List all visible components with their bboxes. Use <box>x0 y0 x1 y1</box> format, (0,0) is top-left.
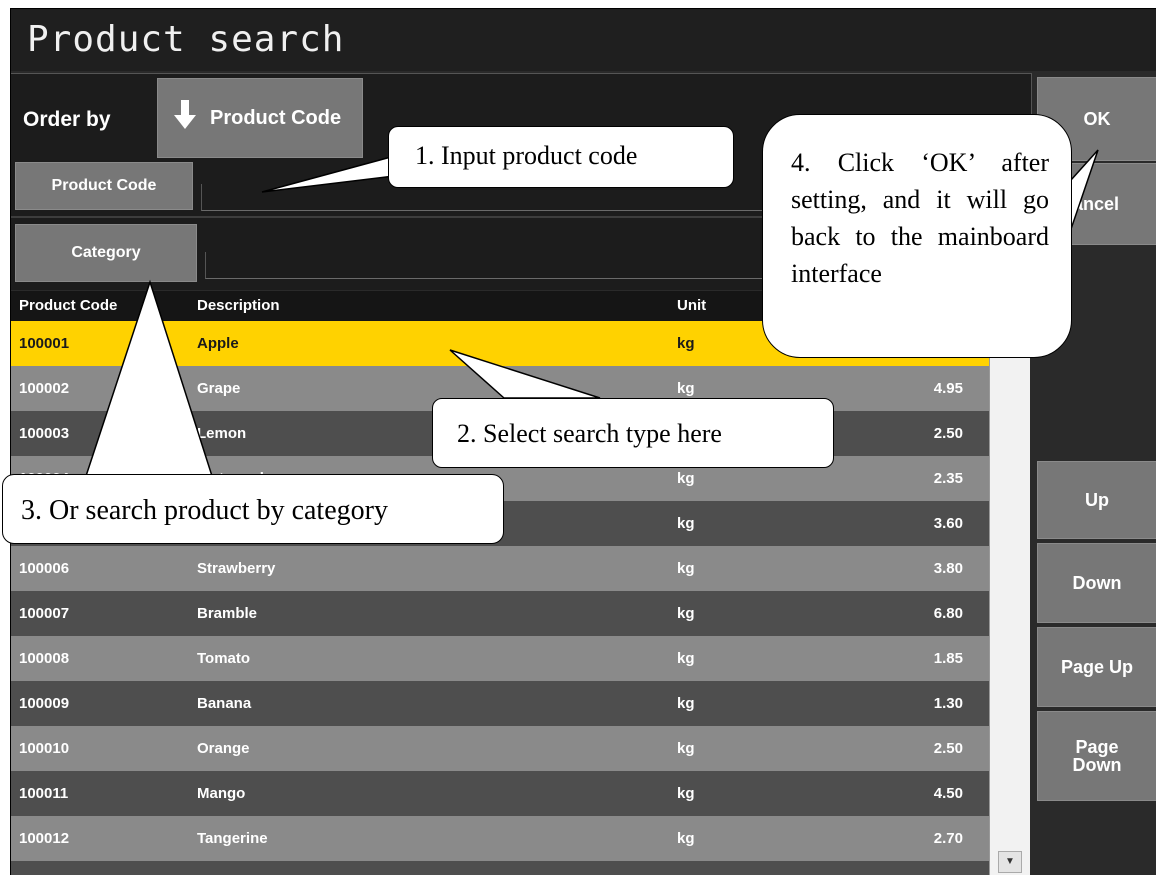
cell-unit: kg <box>677 335 695 352</box>
callout-select-search-type: 2. Select search type here <box>432 398 834 468</box>
page-down-button[interactable]: Page Down <box>1037 711 1156 801</box>
cell-price: 2.35 <box>933 470 963 487</box>
cell-unit: kg <box>677 650 695 667</box>
column-header-code: Product Code <box>19 297 118 314</box>
cell-price: 4.50 <box>933 785 963 802</box>
table-row[interactable]: 100009 Banana kg 1.30 <box>11 681 989 726</box>
table-row[interactable]: 100008 Tomato kg 1.85 <box>11 636 989 681</box>
table-scrollbar[interactable]: ▼ <box>989 291 1030 875</box>
cell-description: Tangerine <box>197 830 268 847</box>
column-header-unit: Unit <box>677 297 707 314</box>
title-bar: Product search <box>11 9 1156 71</box>
page-down-label-line2: Down <box>1072 755 1122 775</box>
cell-unit: kg <box>677 830 695 847</box>
page-up-button[interactable]: Page Up <box>1037 627 1156 707</box>
cell-unit: kg <box>677 380 695 397</box>
cell-code: 100002 <box>19 380 70 397</box>
category-filter-button[interactable]: Category <box>15 224 197 282</box>
cell-price: 6.80 <box>933 605 963 622</box>
cell-code: 100010 <box>19 740 70 757</box>
cell-price: 1.30 <box>933 695 963 712</box>
table-row[interactable]: 100006 Strawberry kg 3.80 <box>11 546 989 591</box>
order-by-value: Product Code <box>210 106 342 129</box>
window-title: Product search <box>27 19 345 60</box>
order-by-button[interactable]: Product Code <box>157 78 363 158</box>
cell-price: 2.50 <box>933 425 963 442</box>
cell-code: 100009 <box>19 695 70 712</box>
cell-description: Tomato <box>197 650 251 667</box>
cell-description: Lemon <box>197 425 247 442</box>
cell-description: Orange <box>197 740 250 757</box>
cell-price: 2.70 <box>933 830 963 847</box>
product-code-filter-button[interactable]: Product Code <box>15 162 193 210</box>
cell-price: 2.50 <box>933 740 963 757</box>
table-row[interactable]: 100012 Tangerine kg 2.70 <box>11 816 989 861</box>
arrow-down-icon <box>174 100 196 136</box>
cell-description: Grape <box>197 380 241 397</box>
cell-unit: kg <box>677 560 695 577</box>
order-by-label: Order by <box>23 108 111 131</box>
down-button[interactable]: Down <box>1037 543 1156 623</box>
cell-unit: kg <box>677 605 695 622</box>
cell-unit: kg <box>677 785 695 802</box>
column-header-description: Description <box>197 297 280 314</box>
cell-unit: kg <box>677 695 695 712</box>
cell-description: Strawberry <box>197 560 276 577</box>
cell-price: 3.80 <box>933 560 963 577</box>
cell-code: 100012 <box>19 830 70 847</box>
cell-code: 100001 <box>19 335 70 352</box>
table-row[interactable]: 100013Carambolakg1.90 <box>11 861 989 875</box>
cell-price: 1.85 <box>933 650 963 667</box>
cell-description: Apple <box>197 335 239 352</box>
table-row[interactable]: 100010 Orange kg 2.50 <box>11 726 989 771</box>
callout-input-product-code: 1. Input product code <box>388 126 734 188</box>
cell-code: 100011 <box>19 785 69 802</box>
cell-price: 4.95 <box>933 380 963 397</box>
table-row[interactable]: 100011 Mango kg 4.50 <box>11 771 989 816</box>
callout-search-by-category: 3. Or search product by category <box>2 474 504 544</box>
cell-code: 100008 <box>19 650 70 667</box>
scroll-down-arrow-icon[interactable]: ▼ <box>998 851 1022 873</box>
page-down-label-line1: Page <box>1075 737 1119 757</box>
cell-description: Mango <box>197 785 246 802</box>
cell-code: 100007 <box>19 605 70 622</box>
table-row[interactable]: 100007 Bramble kg 6.80 <box>11 591 989 636</box>
cell-unit: kg <box>677 740 695 757</box>
cell-unit: kg <box>677 470 695 487</box>
cell-code: 100006 <box>19 560 70 577</box>
up-button[interactable]: Up <box>1037 461 1156 539</box>
callout-click-ok: 4. Click ‘OK’ after setting, and it will… <box>762 114 1072 358</box>
cell-description: Banana <box>197 695 252 712</box>
cell-price: 3.60 <box>933 515 963 532</box>
cell-description: Bramble <box>197 605 258 622</box>
cell-unit: kg <box>677 515 695 532</box>
cell-code: 100003 <box>19 425 70 442</box>
